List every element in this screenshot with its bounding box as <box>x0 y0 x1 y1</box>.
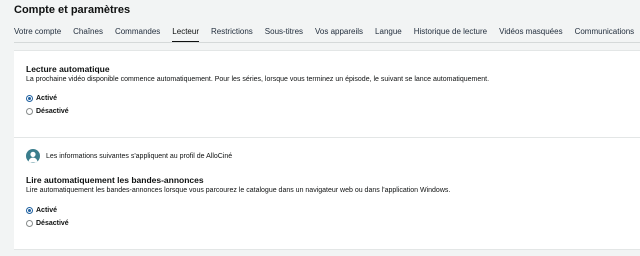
autoplay-description: La prochaine vidéo disponible commence a… <box>26 76 490 83</box>
player-settings-card: Lecture automatique La prochaine vidéo d… <box>14 50 640 250</box>
tabs-divider <box>14 42 640 43</box>
page-title: Compte et paramètres <box>14 4 131 16</box>
autoplay-on-label: Activé <box>36 95 58 102</box>
tab-historique-de-lecture[interactable]: Historique de lecture <box>414 21 487 41</box>
trailers-description: Lire automatiquement les bandes-annonces… <box>26 187 451 194</box>
user-avatar-icon <box>26 149 40 163</box>
profile-notice-text: Les informations suivantes s'appliquent … <box>46 152 233 160</box>
tab-lecteur[interactable]: Lecteur <box>172 21 199 43</box>
tab-chaines[interactable]: Chaînes <box>73 21 103 41</box>
settings-tabs: Votre compte Chaînes Commandes Lecteur R… <box>14 21 640 43</box>
trailers-title: Lire automatiquement les bandes-annonces <box>26 175 204 185</box>
autoplay-off-label: Désactivé <box>36 108 69 115</box>
autoplay-on-option[interactable]: Activé <box>26 95 57 102</box>
trailers-on-label: Activé <box>36 207 58 214</box>
profile-notice: Les informations suivantes s'appliquent … <box>26 149 232 163</box>
trailers-off-radio[interactable] <box>26 220 33 227</box>
autoplay-title: Lecture automatique <box>26 64 110 74</box>
trailers-off-label: Désactivé <box>36 220 69 227</box>
tab-vos-appareils[interactable]: Vos appareils <box>315 21 363 41</box>
tab-langue[interactable]: Langue <box>375 21 402 41</box>
trailers-on-option[interactable]: Activé <box>26 207 57 214</box>
trailers-on-radio[interactable] <box>26 207 33 214</box>
tab-commandes[interactable]: Commandes <box>115 21 160 41</box>
autoplay-off-radio[interactable] <box>26 108 33 115</box>
tab-communications[interactable]: Communications <box>575 21 635 41</box>
tab-sous-titres[interactable]: Sous-titres <box>265 21 303 41</box>
autoplay-on-radio[interactable] <box>26 95 33 102</box>
tab-videos-masquees[interactable]: Vidéos masquées <box>499 21 562 41</box>
autoplay-off-option[interactable]: Désactivé <box>26 108 69 115</box>
tab-restrictions[interactable]: Restrictions <box>211 21 253 41</box>
tab-votre-compte[interactable]: Votre compte <box>14 21 61 41</box>
trailers-off-option[interactable]: Désactivé <box>26 220 69 227</box>
section-divider <box>14 137 640 138</box>
